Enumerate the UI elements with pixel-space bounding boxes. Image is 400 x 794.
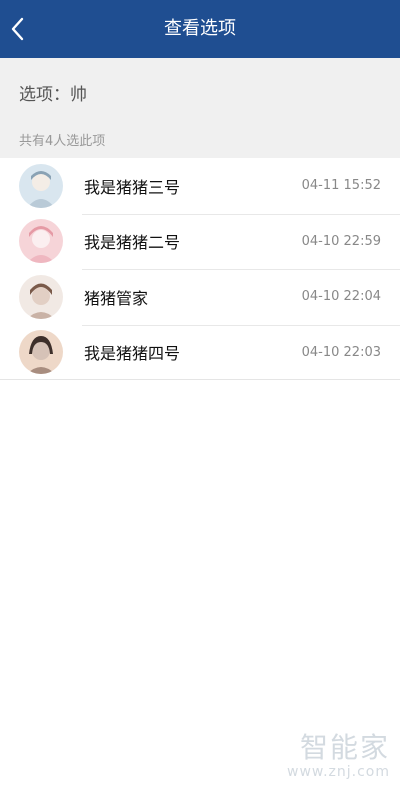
watermark-url: www.znj.com: [287, 764, 390, 780]
voter-count-label: 共有4人选此项: [19, 134, 106, 149]
vote-time: 04-10 22:04: [301, 289, 381, 305]
list-item[interactable]: 我是猪猪二号 04-10 22:59: [0, 213, 400, 270]
vote-time: 04-10 22:03: [301, 344, 381, 360]
avatar[interactable]: [19, 163, 63, 208]
avatar[interactable]: [19, 274, 63, 319]
list-item[interactable]: 我是猪猪四号 04-10 22:03: [0, 324, 400, 381]
page-title: 查看选项: [164, 18, 236, 39]
watermark: 智能家 www.znj.com: [287, 726, 390, 780]
list-item[interactable]: 猪猪管家 04-10 22:04: [0, 269, 400, 325]
list-item[interactable]: 我是猪猪三号 04-11 15:52: [0, 158, 400, 214]
voter-name: 猪猪管家: [84, 288, 149, 308]
header-bar: 查看选项: [0, 0, 400, 58]
voter-name: 我是猪猪二号: [84, 233, 181, 253]
vote-time: 04-11 15:52: [301, 178, 381, 194]
option-label: 选项：帅: [19, 85, 87, 105]
avatar[interactable]: [19, 330, 63, 375]
voter-list: 我是猪猪三号 04-11 15:52 我是猪猪二号 04-10 22:59 猪猪…: [0, 158, 400, 380]
voter-name: 我是猪猪三号: [84, 177, 181, 197]
watermark-title: 智能家: [299, 731, 390, 764]
voter-name: 我是猪猪四号: [84, 344, 181, 364]
vote-time: 04-10 22:59: [301, 233, 381, 249]
avatar[interactable]: [19, 219, 63, 264]
